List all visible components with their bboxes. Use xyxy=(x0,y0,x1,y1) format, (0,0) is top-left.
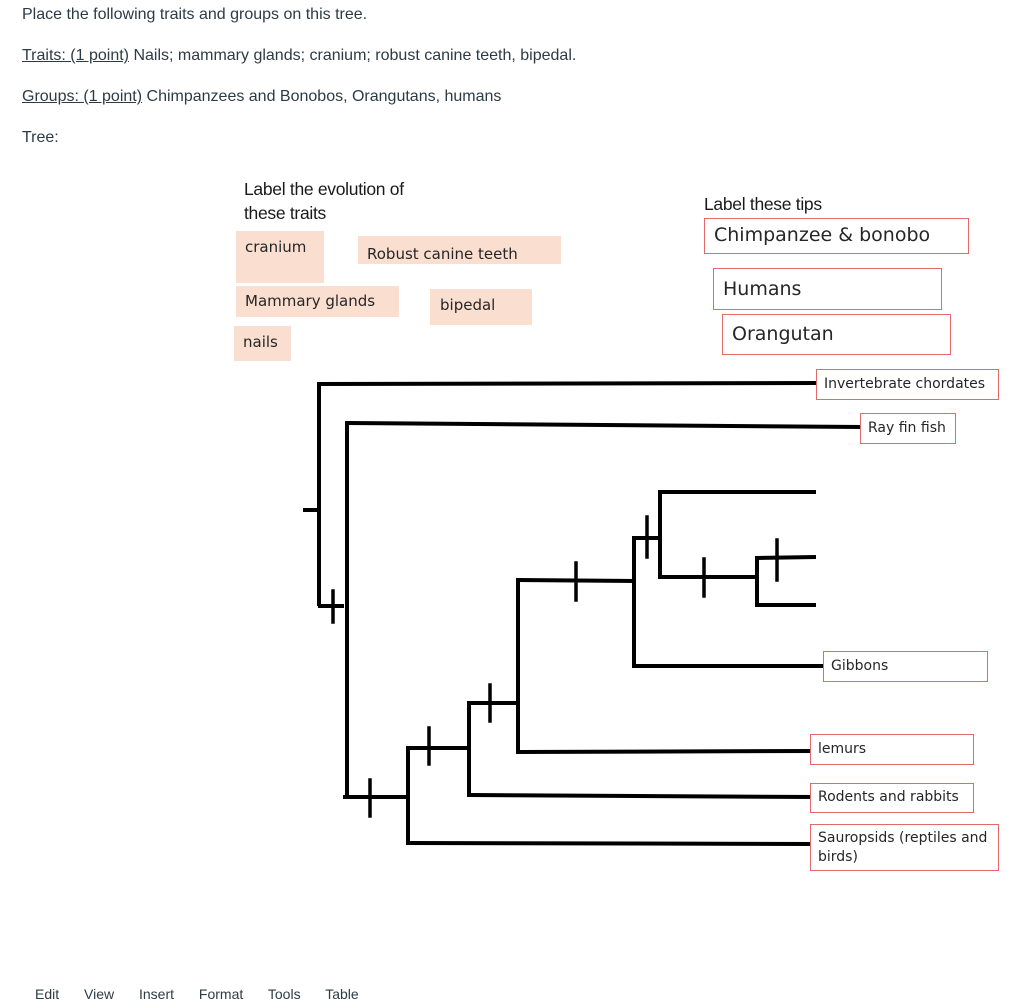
branch-tip-middle xyxy=(754,554,817,561)
branch-rodents-rabbits xyxy=(466,792,817,800)
traits-heading-line1: Label the evolution of xyxy=(244,179,404,199)
branch-lemurs xyxy=(515,748,817,755)
tree-label: Tree: xyxy=(22,129,59,146)
trait-box-cranium[interactable]: cranium xyxy=(236,231,324,283)
trait-box-nails[interactable]: nails xyxy=(234,326,291,361)
trait-box-robust-canine-teeth[interactable]: Robust canine teeth xyxy=(358,236,561,264)
tip-choice-humans[interactable]: Humans xyxy=(713,268,942,310)
tip-label-rodents-rabbits: Rodents and rabbits xyxy=(810,783,974,813)
traits-points-label: Traits: (1 point) xyxy=(22,47,129,64)
tip-label-sauropsids-line1: Sauropsids (reptiles and xyxy=(818,830,988,846)
branch-ray-fin-fish xyxy=(344,420,863,430)
groups-points-label: Groups: (1 point) xyxy=(22,88,143,105)
menu-view[interactable]: View xyxy=(84,986,114,1002)
trait-box-bipedal[interactable]: bipedal xyxy=(430,289,532,325)
tip-label-ray-fin-fish: Ray fin fish xyxy=(860,413,956,444)
tip-label-lemurs: lemurs xyxy=(810,734,974,765)
traits-heading-line2: these traits xyxy=(244,203,326,223)
branch-to-apes xyxy=(515,577,637,584)
tip-label-invertebrate-chordates: Invertebrate chordates xyxy=(816,369,999,400)
menu-format[interactable]: Format xyxy=(199,986,243,1002)
tips-heading: Label these tips xyxy=(704,194,822,214)
traits-heading: Label the evolution of these traits xyxy=(244,177,404,225)
tip-label-sauropsids-line2: birds) xyxy=(818,849,858,865)
traits-list: Nails; mammary glands; cranium; robust c… xyxy=(129,47,577,64)
menu-insert[interactable]: Insert xyxy=(139,986,174,1002)
branch-invertebrate-chordates xyxy=(316,380,819,387)
question-intro: Place the following traits and groups on… xyxy=(22,6,368,23)
trait-box-mammary-glands[interactable]: Mammary glands xyxy=(236,286,399,317)
tip-label-gibbons: Gibbons xyxy=(823,651,988,682)
menu-table[interactable]: Table xyxy=(325,986,358,1002)
menu-edit[interactable]: Edit xyxy=(35,986,59,1002)
traits-line: Traits: (1 point) Nails; mammary glands;… xyxy=(22,47,576,65)
groups-list: Chimpanzees and Bonobos, Orangutans, hum… xyxy=(142,88,502,105)
tip-choice-chimpanzee-bonobo[interactable]: Chimpanzee & bonobo xyxy=(704,218,969,254)
tip-label-sauropsids: Sauropsids (reptiles and birds) xyxy=(810,824,999,871)
groups-line: Groups: (1 point) Chimpanzees and Bonobo… xyxy=(22,88,501,106)
branch-sauropsids xyxy=(405,840,817,847)
menu-tools[interactable]: Tools xyxy=(268,986,301,1002)
tip-choice-orangutan[interactable]: Orangutan xyxy=(722,314,951,355)
editor-menubar: Edit View Insert Format Tools Table xyxy=(35,986,380,1002)
